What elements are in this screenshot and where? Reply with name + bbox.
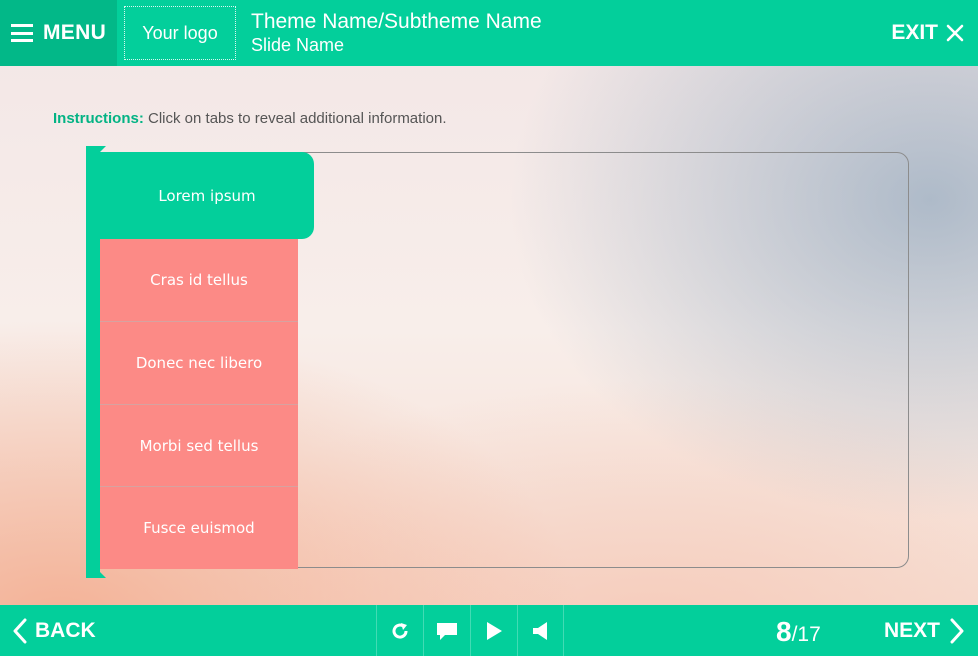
instructions-text: Instructions: Click on tabs to reveal ad… (53, 110, 447, 127)
top-bar: MENU Your logo Theme Name/Subtheme Name … (0, 0, 978, 66)
tab-fusce-euismod[interactable]: Fusce euismod (100, 487, 298, 569)
page-current: 8 (776, 616, 792, 647)
back-label: BACK (35, 618, 96, 642)
tab-label: Fusce euismod (143, 519, 255, 537)
menu-label: MENU (43, 21, 107, 44)
page-total: /17 (791, 623, 821, 646)
back-button[interactable]: BACK (12, 605, 96, 656)
instructions-label: Instructions: (53, 110, 144, 127)
tab-spine (86, 146, 100, 578)
tab-label: Donec nec libero (135, 354, 263, 372)
instructions-body: Click on tabs to reveal additional infor… (143, 110, 447, 127)
tab-label: Cras id tellus (150, 271, 248, 289)
close-icon (946, 24, 964, 42)
bottom-bar: BACK 8/17 NEXT (0, 605, 978, 656)
next-label: NEXT (884, 618, 941, 642)
reload-button[interactable] (376, 605, 423, 656)
volume-icon (532, 621, 547, 640)
chevron-left-icon (13, 618, 27, 643)
menu-button[interactable]: MENU (0, 0, 117, 66)
exit-label: EXIT (891, 21, 938, 44)
volume-button[interactable] (517, 605, 564, 656)
tab-label: Lorem ipsum (158, 186, 256, 205)
chevron-right-icon (950, 618, 964, 643)
tab-cras-id-tellus[interactable]: Cras id tellus (100, 239, 298, 322)
comment-button[interactable] (423, 605, 470, 656)
play-button[interactable] (470, 605, 517, 656)
tab-morbi-sed-tellus[interactable]: Morbi sed tellus (100, 405, 298, 487)
tab-donec-nec-libero[interactable]: Donec nec libero (100, 322, 298, 405)
logo-text: Your logo (142, 22, 218, 43)
reload-icon (392, 622, 408, 639)
tab-lorem-ipsum[interactable]: Lorem ipsum (100, 152, 314, 239)
slide-name: Slide Name (251, 35, 345, 55)
next-button[interactable]: NEXT (884, 605, 965, 656)
logo-placeholder: Your logo (124, 6, 236, 60)
tab-spine-cap-bottom (100, 572, 106, 578)
play-icon (487, 621, 502, 640)
hamburger-icon (11, 24, 33, 42)
tab-label: Morbi sed tellus (139, 436, 259, 455)
theme-title: Theme Name/Subtheme Name (251, 10, 542, 33)
exit-button[interactable]: EXIT (891, 21, 964, 45)
comment-icon (437, 622, 457, 640)
page-counter: 8/17 (776, 616, 821, 648)
